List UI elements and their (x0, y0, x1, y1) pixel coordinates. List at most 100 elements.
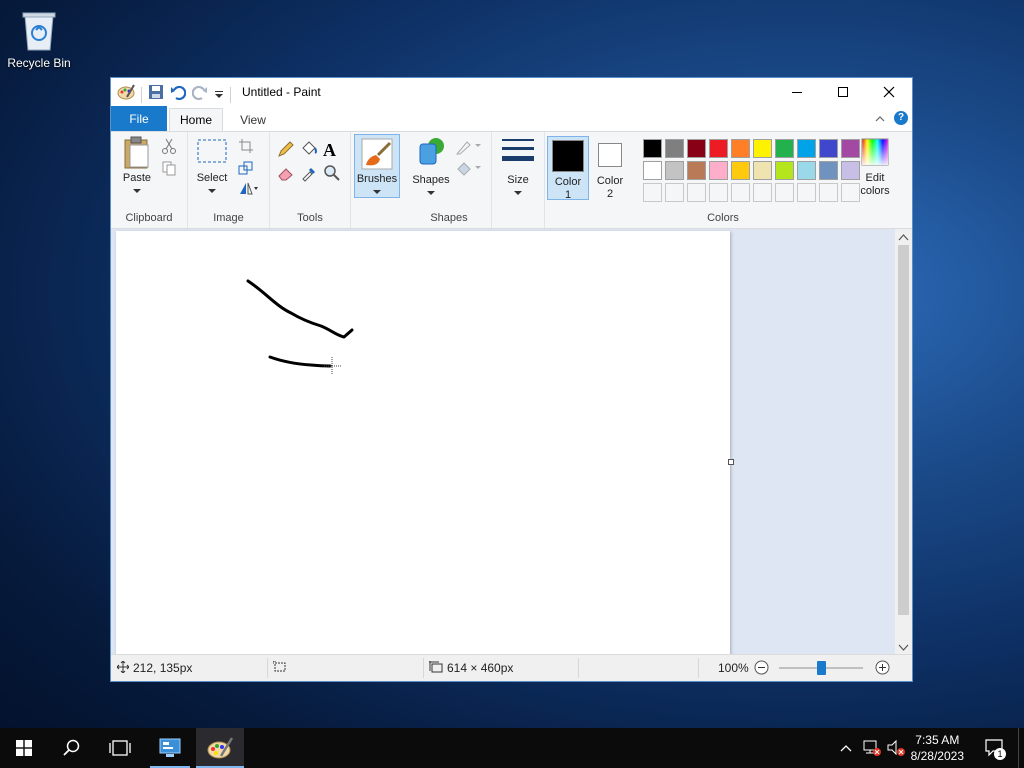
size-dropdown-arrow-icon (498, 187, 538, 200)
save-icon[interactable] (148, 84, 164, 105)
brushes-group: Brushes (351, 132, 407, 228)
show-desktop-button[interactable] (1018, 728, 1024, 768)
palette-swatch[interactable] (753, 139, 772, 158)
color-spectrum-icon (861, 138, 889, 166)
palette-swatch-custom[interactable] (797, 183, 816, 202)
palette-swatch-custom[interactable] (709, 183, 728, 202)
palette-swatch-custom[interactable] (775, 183, 794, 202)
canvas-workspace (111, 229, 897, 656)
palette-swatch[interactable] (819, 139, 838, 158)
scrollbar-thumb[interactable] (898, 245, 909, 615)
color-picker-icon[interactable] (300, 164, 318, 182)
status-bar: 212, 135px 614 × 460px 100% (111, 654, 912, 681)
palette-swatch-custom[interactable] (753, 183, 772, 202)
color1-preview (552, 140, 584, 172)
taskbar-server-manager[interactable] (148, 728, 192, 768)
crop-icon[interactable] (238, 138, 256, 156)
taskbar-paint[interactable] (196, 728, 244, 768)
start-button[interactable] (0, 728, 48, 768)
palette-swatch[interactable] (665, 161, 684, 180)
paste-dropdown-arrow-icon (119, 185, 155, 198)
customize-qat-chevron-icon[interactable] (214, 86, 224, 104)
palette-swatch[interactable] (665, 139, 684, 158)
clipboard-group-label: Clipboard (125, 212, 173, 224)
outline-icon[interactable] (455, 138, 483, 156)
palette-swatch[interactable] (753, 161, 772, 180)
palette-swatch[interactable] (687, 161, 706, 180)
zoom-slider[interactable] (779, 661, 863, 675)
text-tool-icon[interactable]: A (323, 140, 341, 160)
palette-swatch[interactable] (731, 139, 750, 158)
network-status[interactable] (860, 728, 884, 768)
zoom-out-button[interactable] (754, 660, 769, 678)
edit-colors-label-line1: Edit (865, 172, 885, 184)
paste-button[interactable]: Paste (119, 136, 155, 198)
palette-swatch-custom[interactable] (731, 183, 750, 202)
brush-icon (361, 138, 393, 170)
show-hidden-icons-button[interactable] (836, 728, 856, 768)
action-center-button[interactable]: 1 (980, 728, 1010, 768)
zoom-level: 100% (718, 661, 749, 675)
color2-button[interactable]: Color 2 (591, 136, 629, 201)
vertical-scrollbar[interactable] (895, 229, 912, 656)
pencil-icon[interactable] (277, 140, 295, 158)
palette-swatch[interactable] (643, 139, 662, 158)
color2-label-line2: 2 (606, 188, 614, 200)
chevron-up-icon (840, 745, 852, 752)
palette-swatch-custom[interactable] (643, 183, 662, 202)
brushes-button[interactable]: Brushes (354, 134, 400, 198)
volume-status[interactable] (884, 728, 908, 768)
canvas-resize-handle-right[interactable] (728, 459, 734, 465)
resize-icon[interactable] (238, 160, 256, 178)
size-button[interactable]: Size (498, 136, 538, 200)
close-button[interactable] (866, 78, 912, 106)
palette-swatch[interactable] (687, 139, 706, 158)
maximize-button[interactable] (820, 78, 866, 106)
palette-swatch[interactable] (731, 161, 750, 180)
zoom-in-button[interactable] (875, 660, 890, 678)
palette-swatch-custom[interactable] (665, 183, 684, 202)
canvas-size-icon (429, 661, 443, 676)
task-view-button[interactable] (96, 728, 144, 768)
palette-swatch-custom[interactable] (687, 183, 706, 202)
palette-swatch-custom[interactable] (819, 183, 838, 202)
system-clock[interactable]: 7:35 AM 8/28/2023 (911, 732, 964, 764)
redo-icon[interactable] (191, 84, 208, 105)
palette-swatch[interactable] (797, 161, 816, 180)
help-button[interactable]: ? (894, 111, 908, 125)
palette-swatch[interactable] (775, 139, 794, 158)
eraser-icon[interactable] (277, 164, 295, 182)
palette-swatch[interactable] (709, 139, 728, 158)
palette-swatch[interactable] (643, 161, 662, 180)
copy-icon[interactable] (161, 160, 179, 178)
tab-file[interactable]: File (111, 106, 167, 131)
magnifier-icon[interactable] (323, 164, 341, 182)
palette-swatch[interactable] (819, 161, 838, 180)
server-manager-icon (159, 738, 181, 757)
recycle-bin-label: Recycle Bin (7, 56, 71, 70)
paint-app-icon[interactable] (117, 83, 135, 106)
palette-swatch[interactable] (775, 161, 794, 180)
minimize-ribbon-chevron-up-icon[interactable] (874, 112, 886, 130)
cut-icon[interactable] (161, 138, 179, 156)
tab-home[interactable]: Home (169, 108, 223, 131)
palette-swatch[interactable] (797, 139, 816, 158)
tab-view[interactable]: View (229, 109, 277, 131)
color2-preview (598, 143, 622, 167)
zoom-slider-thumb[interactable] (816, 661, 826, 675)
recycle-bin-desktop-icon[interactable]: Recycle Bin (6, 8, 72, 70)
size-label: Size (507, 174, 529, 186)
undo-icon[interactable] (170, 84, 187, 105)
minimize-button[interactable] (774, 78, 820, 106)
fill-icon[interactable] (455, 160, 483, 178)
drawing-canvas[interactable] (116, 231, 734, 656)
search-button[interactable] (48, 728, 96, 768)
shapes-button[interactable]: Shapes (411, 136, 451, 200)
rotate-icon[interactable] (238, 180, 258, 198)
color1-button[interactable]: Color 1 (547, 136, 589, 201)
title-bar[interactable]: Untitled - Paint (111, 78, 912, 106)
select-button[interactable]: Select (194, 136, 230, 198)
palette-swatch[interactable] (709, 161, 728, 180)
edit-colors-button[interactable]: Edit colors (855, 136, 895, 198)
fill-bucket-icon[interactable] (300, 140, 318, 158)
